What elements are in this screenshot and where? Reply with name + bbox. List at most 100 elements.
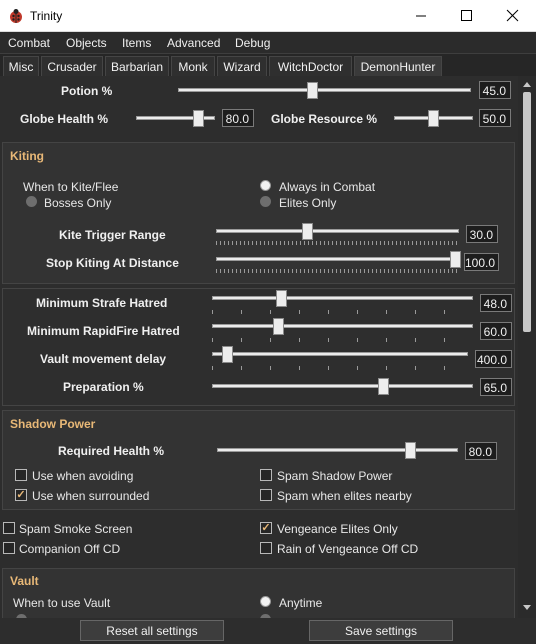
min-rapidfire-thumb[interactable] xyxy=(273,318,284,335)
min-strafe-value[interactable]: 48.0 xyxy=(480,294,512,312)
vault-delay-value[interactable]: 400.0 xyxy=(475,350,512,368)
spam-shadow-power-label: Spam Shadow Power xyxy=(277,469,393,483)
use-when-surrounded-label: Use when surrounded xyxy=(32,489,150,503)
radio-anytime[interactable] xyxy=(260,596,271,607)
maximize-icon xyxy=(461,10,472,21)
min-strafe-track xyxy=(212,296,473,300)
potion-label: Potion % xyxy=(61,84,113,98)
kite-trigger-track xyxy=(216,229,459,233)
required-health-value[interactable]: 80.0 xyxy=(465,442,497,460)
globe-health-label: Globe Health % xyxy=(20,112,109,126)
settings-panel: Potion % 45.0 Globe Health % 80.0 Globe … xyxy=(0,76,518,618)
tab-wizard[interactable]: Wizard xyxy=(217,56,267,76)
menu-debug[interactable]: Debug xyxy=(235,36,270,50)
vault-delay-track xyxy=(212,352,468,356)
rain-of-vengeance-label: Rain of Vengeance Off CD xyxy=(277,542,419,556)
checkmark-icon: ✓ xyxy=(261,522,271,534)
use-when-surrounded-checkbox[interactable]: ✓ xyxy=(15,489,27,501)
stop-kiting-ticks xyxy=(216,269,459,273)
globe-resource-label: Globe Resource % xyxy=(271,112,378,126)
preparation-value[interactable]: 65.0 xyxy=(480,378,512,396)
vault-delay-thumb[interactable] xyxy=(222,346,233,363)
companion-off-cd-label: Companion Off CD xyxy=(19,542,121,556)
vault-when-label: When to use Vault xyxy=(13,596,111,610)
preparation-thumb[interactable] xyxy=(378,378,389,395)
potion-track xyxy=(178,88,471,92)
kite-trigger-thumb[interactable] xyxy=(302,223,313,240)
radio-elites-only-label: Elites Only xyxy=(279,196,337,210)
bottom-button-bar: Reset all settings Save settings xyxy=(0,618,536,644)
min-rapidfire-label: Minimum RapidFire Hatred xyxy=(27,324,180,338)
menu-advanced[interactable]: Advanced xyxy=(167,36,220,50)
scroll-down-icon[interactable] xyxy=(518,600,536,616)
vengeance-elites-only-label: Vengeance Elites Only xyxy=(277,522,398,536)
globe-health-thumb[interactable] xyxy=(193,110,204,127)
radio-anytime-label: Anytime xyxy=(279,596,323,610)
spam-smoke-screen-checkbox[interactable] xyxy=(3,522,15,534)
vertical-scrollbar[interactable] xyxy=(518,76,536,618)
required-health-track xyxy=(217,448,458,452)
scrollbar-thumb[interactable] xyxy=(523,92,531,332)
save-settings-button[interactable]: Save settings xyxy=(309,620,453,641)
radio-bosses-only-label: Bosses Only xyxy=(44,196,112,210)
required-health-thumb[interactable] xyxy=(405,442,416,459)
tab-crusader[interactable]: Crusader xyxy=(41,56,103,76)
close-button[interactable] xyxy=(490,0,536,32)
required-health-label: Required Health % xyxy=(58,444,165,458)
min-strafe-label: Minimum Strafe Hatred xyxy=(36,296,168,310)
use-when-avoiding-label: Use when avoiding xyxy=(32,469,134,483)
scroll-up-icon[interactable] xyxy=(518,76,536,92)
close-icon xyxy=(506,9,519,22)
kite-trigger-value[interactable]: 30.0 xyxy=(466,225,498,243)
class-tab-bar: Misc Crusader Barbarian Monk Wizard Witc… xyxy=(0,54,536,76)
menu-combat[interactable]: Combat xyxy=(8,36,50,50)
preparation-track xyxy=(212,384,473,388)
kite-trigger-ticks xyxy=(216,241,459,245)
min-rapidfire-ticks xyxy=(212,338,473,342)
potion-value[interactable]: 45.0 xyxy=(479,81,511,99)
globe-resource-value[interactable]: 50.0 xyxy=(479,109,511,127)
min-strafe-ticks xyxy=(212,310,473,314)
kite-trigger-label: Kite Trigger Range xyxy=(59,228,166,242)
spam-smoke-screen-label: Spam Smoke Screen xyxy=(19,522,133,536)
use-when-avoiding-checkbox[interactable] xyxy=(15,469,27,481)
rain-of-vengeance-checkbox[interactable] xyxy=(260,542,272,554)
ladybug-icon xyxy=(10,9,22,23)
minimize-button[interactable] xyxy=(398,0,444,32)
companion-off-cd-checkbox[interactable] xyxy=(3,542,15,554)
min-rapidfire-value[interactable]: 60.0 xyxy=(480,322,512,340)
vault-group xyxy=(2,568,515,618)
reset-settings-button[interactable]: Reset all settings xyxy=(80,620,224,641)
menu-items[interactable]: Items xyxy=(122,36,151,50)
tab-witchdoctor[interactable]: WitchDoctor xyxy=(269,56,352,76)
minimize-icon xyxy=(416,15,426,17)
stop-kiting-thumb[interactable] xyxy=(450,251,461,268)
maximize-button[interactable] xyxy=(444,0,490,32)
stop-kiting-track xyxy=(216,257,459,261)
globe-resource-thumb[interactable] xyxy=(428,110,439,127)
radio-always-in-combat-label: Always in Combat xyxy=(279,180,376,194)
tab-monk[interactable]: Monk xyxy=(171,56,215,76)
tab-misc[interactable]: Misc xyxy=(3,56,39,76)
vault-delay-label: Vault movement delay xyxy=(40,352,167,366)
tab-barbarian[interactable]: Barbarian xyxy=(105,56,169,76)
radio-always-in-combat[interactable] xyxy=(260,180,271,191)
min-strafe-thumb[interactable] xyxy=(276,290,287,307)
radio-bosses-only[interactable] xyxy=(26,196,37,207)
menu-bar: Combat Objects Items Advanced Debug xyxy=(0,32,536,54)
stop-kiting-value[interactable]: 100.0 xyxy=(464,253,499,271)
min-rapidfire-track xyxy=(212,324,473,328)
menu-objects[interactable]: Objects xyxy=(66,36,107,50)
checkmark-icon: ✓ xyxy=(16,489,26,501)
spam-when-elites-checkbox[interactable] xyxy=(260,489,272,501)
window-title: Trinity xyxy=(30,9,63,23)
kite-when-label: When to Kite/Flee xyxy=(23,180,119,194)
tab-demonhunter[interactable]: DemonHunter xyxy=(354,56,442,76)
potion-thumb[interactable] xyxy=(307,82,318,99)
title-bar: Trinity xyxy=(0,0,536,32)
vengeance-elites-only-checkbox[interactable]: ✓ xyxy=(260,522,272,534)
radio-elites-only[interactable] xyxy=(260,196,271,207)
shadow-power-title: Shadow Power xyxy=(10,417,96,431)
spam-shadow-power-checkbox[interactable] xyxy=(260,469,272,481)
globe-health-value[interactable]: 80.0 xyxy=(222,109,254,127)
